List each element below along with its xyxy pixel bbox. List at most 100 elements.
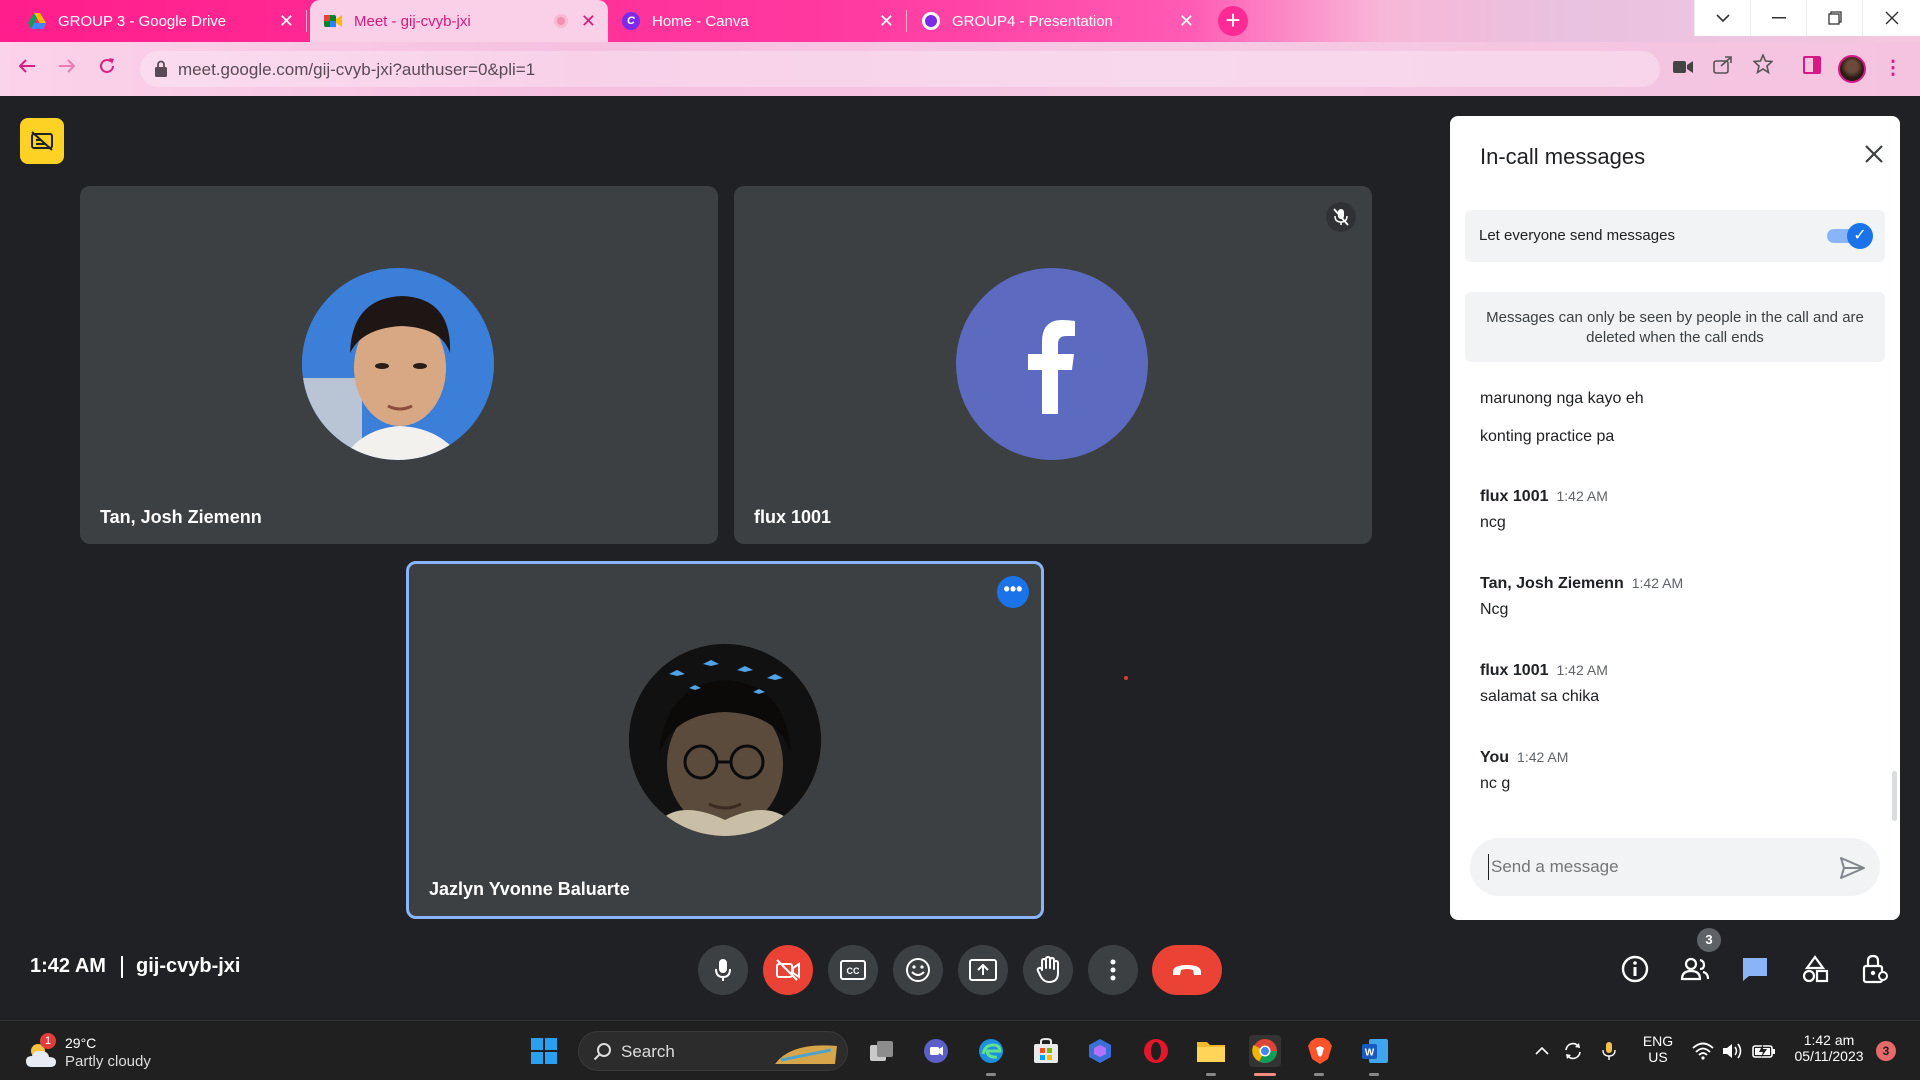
recording-indicator-icon xyxy=(554,14,568,28)
participant-tile[interactable]: Tan, Josh Ziemenn xyxy=(80,186,718,544)
teams-chat-icon[interactable] xyxy=(920,1035,952,1067)
weather-alert-badge: 1 xyxy=(40,1033,56,1049)
weather-widget[interactable]: 1 29°C Partly cloudy xyxy=(20,1031,200,1075)
task-view-icon[interactable] xyxy=(866,1035,898,1067)
tile-more-options-button[interactable]: ••• xyxy=(997,576,1029,608)
tab-search-button[interactable] xyxy=(1694,0,1750,36)
more-options-button[interactable] xyxy=(1088,945,1138,995)
tab-title: GROUP4 - Presentation xyxy=(952,12,1113,30)
clock-date: 05/11/2023 xyxy=(1794,1048,1864,1064)
canva-icon: C xyxy=(622,12,640,30)
battery-charging-icon[interactable] xyxy=(1750,1035,1778,1067)
message-input[interactable] xyxy=(1488,854,1808,880)
windows-start-icon[interactable] xyxy=(528,1035,560,1067)
microsoft-store-icon[interactable] xyxy=(1030,1035,1062,1067)
message-text: marunong nga kayo eh xyxy=(1480,390,1644,407)
wifi-icon[interactable] xyxy=(1690,1035,1716,1067)
close-tab-icon[interactable]: ✕ xyxy=(581,11,596,31)
taskbar-search-box[interactable]: Search xyxy=(578,1031,848,1071)
file-explorer-icon[interactable] xyxy=(1195,1035,1227,1067)
cursor-dot xyxy=(1124,676,1128,680)
restore-button[interactable] xyxy=(1806,0,1862,36)
present-now-button[interactable] xyxy=(958,945,1008,995)
brave-browser-icon[interactable] xyxy=(1304,1035,1336,1067)
camera-in-use-icon[interactable] xyxy=(1668,54,1698,84)
send-icon[interactable] xyxy=(1838,854,1866,882)
host-controls-button[interactable] xyxy=(1855,949,1895,989)
browser-menu-icon[interactable]: ⋮ xyxy=(1878,54,1908,84)
notification-count-badge[interactable]: 3 xyxy=(1876,1041,1896,1061)
tab-google-drive[interactable]: GROUP 3 - Google Drive ✕ xyxy=(14,0,306,42)
message-header: flux 1001 1:42 AM xyxy=(1480,662,1608,680)
system-clock[interactable]: 1:42 am 05/11/2023 xyxy=(1786,1032,1872,1064)
new-tab-button[interactable]: + xyxy=(1218,6,1248,36)
search-highlight-icon xyxy=(775,1045,837,1064)
message-list-scrollbar[interactable] xyxy=(1892,771,1897,821)
leave-call-button[interactable] xyxy=(1152,945,1222,995)
captions-off-indicator-icon[interactable] xyxy=(20,118,64,164)
emoji-icon xyxy=(906,958,930,982)
sync-icon[interactable] xyxy=(1560,1035,1586,1067)
close-tab-icon[interactable]: ✕ xyxy=(879,11,894,31)
tab-presentation[interactable]: GROUP4 - Presentation ✕ xyxy=(908,0,1206,42)
show-hidden-icons-icon[interactable] xyxy=(1530,1035,1554,1067)
weather-condition: Partly cloudy xyxy=(65,1053,151,1070)
camera-toggle-button[interactable] xyxy=(763,945,813,995)
close-tab-icon[interactable]: ✕ xyxy=(1179,11,1194,31)
minimize-button[interactable] xyxy=(1750,0,1806,36)
checkmark-icon: ✓ xyxy=(1847,223,1873,249)
share-icon[interactable] xyxy=(1708,54,1738,84)
microphone-icon xyxy=(715,959,731,981)
message-text: salamat sa chika xyxy=(1480,688,1600,705)
opera-browser-icon[interactable] xyxy=(1140,1035,1172,1067)
bookmark-star-icon[interactable] xyxy=(1748,52,1778,84)
forward-button[interactable] xyxy=(52,54,82,84)
people-count-badge: 3 xyxy=(1697,928,1721,952)
word-icon[interactable]: W xyxy=(1359,1035,1391,1067)
message-text: nc g xyxy=(1480,775,1511,792)
volume-icon[interactable] xyxy=(1720,1035,1746,1067)
participant-avatar xyxy=(302,268,494,460)
participant-tile-active[interactable]: ••• Jazlyn Yvonne Baluarte xyxy=(406,561,1044,919)
mic-muted-icon xyxy=(1326,202,1356,232)
windows-taskbar: 1 29°C Partly cloudy Search W ENG US 1:4… xyxy=(0,1020,1920,1080)
participant-avatar xyxy=(629,644,821,836)
allow-messages-toggle[interactable]: ✓ xyxy=(1827,223,1873,249)
microphone-button[interactable] xyxy=(698,945,748,995)
people-button[interactable] xyxy=(1675,949,1715,989)
browser-toolbar: meet.google.com/gij-cvyb-jxi?authuser=0&… xyxy=(0,42,1920,96)
message-composer xyxy=(1470,838,1880,896)
edge-browser-icon[interactable] xyxy=(975,1035,1007,1067)
tab-canva[interactable]: C Home - Canva ✕ xyxy=(608,0,906,42)
chrome-browser-icon[interactable] xyxy=(1249,1035,1281,1067)
more-vertical-icon xyxy=(1110,959,1116,981)
tab-meet[interactable]: Meet - gij-cvyb-jxi ✕ xyxy=(310,0,608,42)
activities-button[interactable] xyxy=(1795,949,1835,989)
reload-button[interactable] xyxy=(92,54,122,84)
profile-avatar[interactable] xyxy=(1838,55,1866,83)
microphone-in-use-icon[interactable] xyxy=(1596,1035,1622,1067)
captions-button[interactable]: CC xyxy=(828,945,878,995)
meet-stage: Tan, Josh Ziemenn flux 1001 ••• Jazlyn Y… xyxy=(0,96,1920,980)
reactions-button[interactable] xyxy=(893,945,943,995)
close-window-button[interactable] xyxy=(1862,0,1920,36)
close-panel-button[interactable] xyxy=(1860,142,1888,170)
address-bar[interactable]: meet.google.com/gij-cvyb-jxi?authuser=0&… xyxy=(140,51,1660,87)
close-tab-icon[interactable]: ✕ xyxy=(279,11,294,31)
lock-person-icon xyxy=(1862,954,1888,984)
raise-hand-button[interactable] xyxy=(1023,945,1073,995)
keyboard-region: US xyxy=(1648,1049,1668,1065)
language-indicator[interactable]: ENG US xyxy=(1638,1033,1678,1065)
side-panel-icon[interactable] xyxy=(1797,54,1827,84)
allow-messages-setting: Let everyone send messages ✓ xyxy=(1465,210,1885,262)
svg-text:CC: CC xyxy=(847,966,860,976)
participant-tile[interactable]: flux 1001 xyxy=(734,186,1372,544)
message-time: 1:42 AM xyxy=(1631,575,1684,591)
in-call-messages-panel: In-call messages Let everyone send messa… xyxy=(1450,116,1900,920)
meeting-details-button[interactable] xyxy=(1615,949,1655,989)
people-icon xyxy=(1680,957,1710,981)
back-button[interactable] xyxy=(12,54,42,84)
chat-button[interactable] xyxy=(1735,949,1775,989)
message-time: 1:42 AM xyxy=(1517,749,1569,765)
copilot-icon[interactable] xyxy=(1084,1035,1116,1067)
